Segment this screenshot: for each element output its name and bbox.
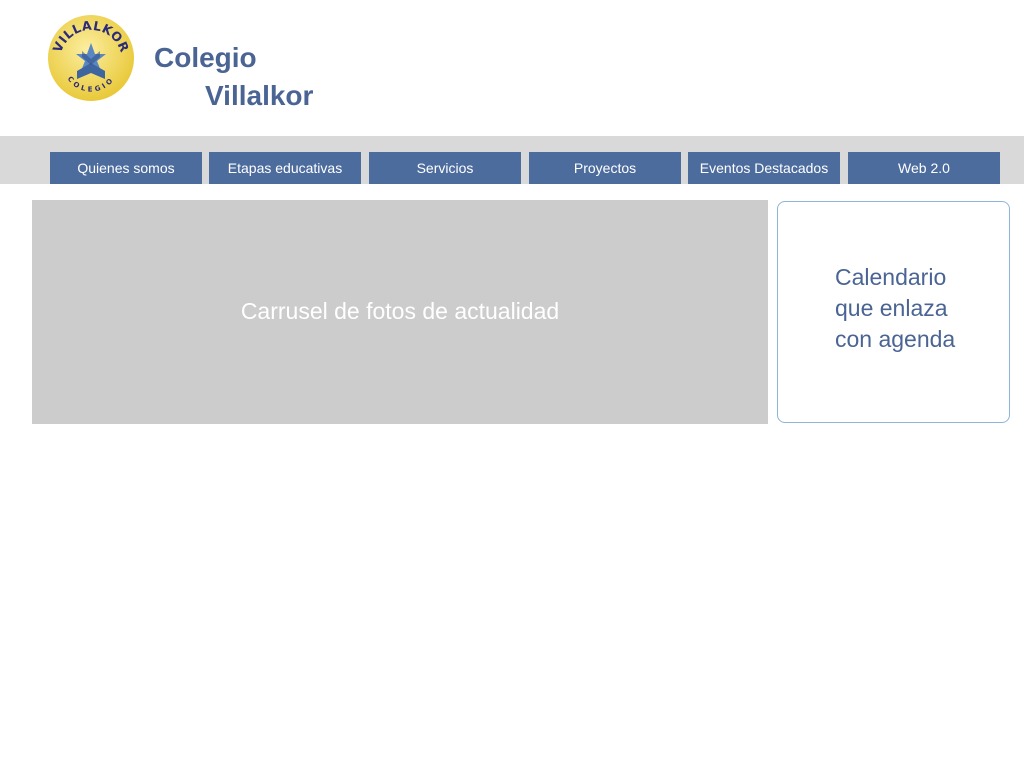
nav-quienes-somos[interactable]: Quienes somos <box>50 152 202 184</box>
calendar-label-line2: que enlaza <box>835 295 948 321</box>
nav-web-2-0[interactable]: Web 2.0 <box>848 152 1000 184</box>
calendar-widget[interactable]: Calendario que enlaza con agenda <box>777 201 1010 423</box>
nav-eventos-destacados[interactable]: Eventos Destacados <box>688 152 840 184</box>
photo-carousel[interactable]: Carrusel de fotos de actualidad <box>32 200 768 424</box>
calendar-label-line3: con agenda <box>835 326 956 352</box>
site-title-line2: Villalkor <box>205 80 314 111</box>
school-logo[interactable]: VILLALKOR COLEGIO <box>46 13 136 103</box>
nav-etapas-educativas[interactable]: Etapas educativas <box>209 152 361 184</box>
nav-servicios[interactable]: Servicios <box>369 152 521 184</box>
calendar-label-line1: Calendario <box>835 264 947 290</box>
school-emblem-icon: VILLALKOR COLEGIO <box>48 15 134 101</box>
nav-proyectos[interactable]: Proyectos <box>529 152 681 184</box>
calendar-label: Calendario que enlaza con agenda <box>835 262 955 355</box>
carousel-label: Carrusel de fotos de actualidad <box>240 297 560 324</box>
site-title-line1: Colegio <box>154 42 257 73</box>
